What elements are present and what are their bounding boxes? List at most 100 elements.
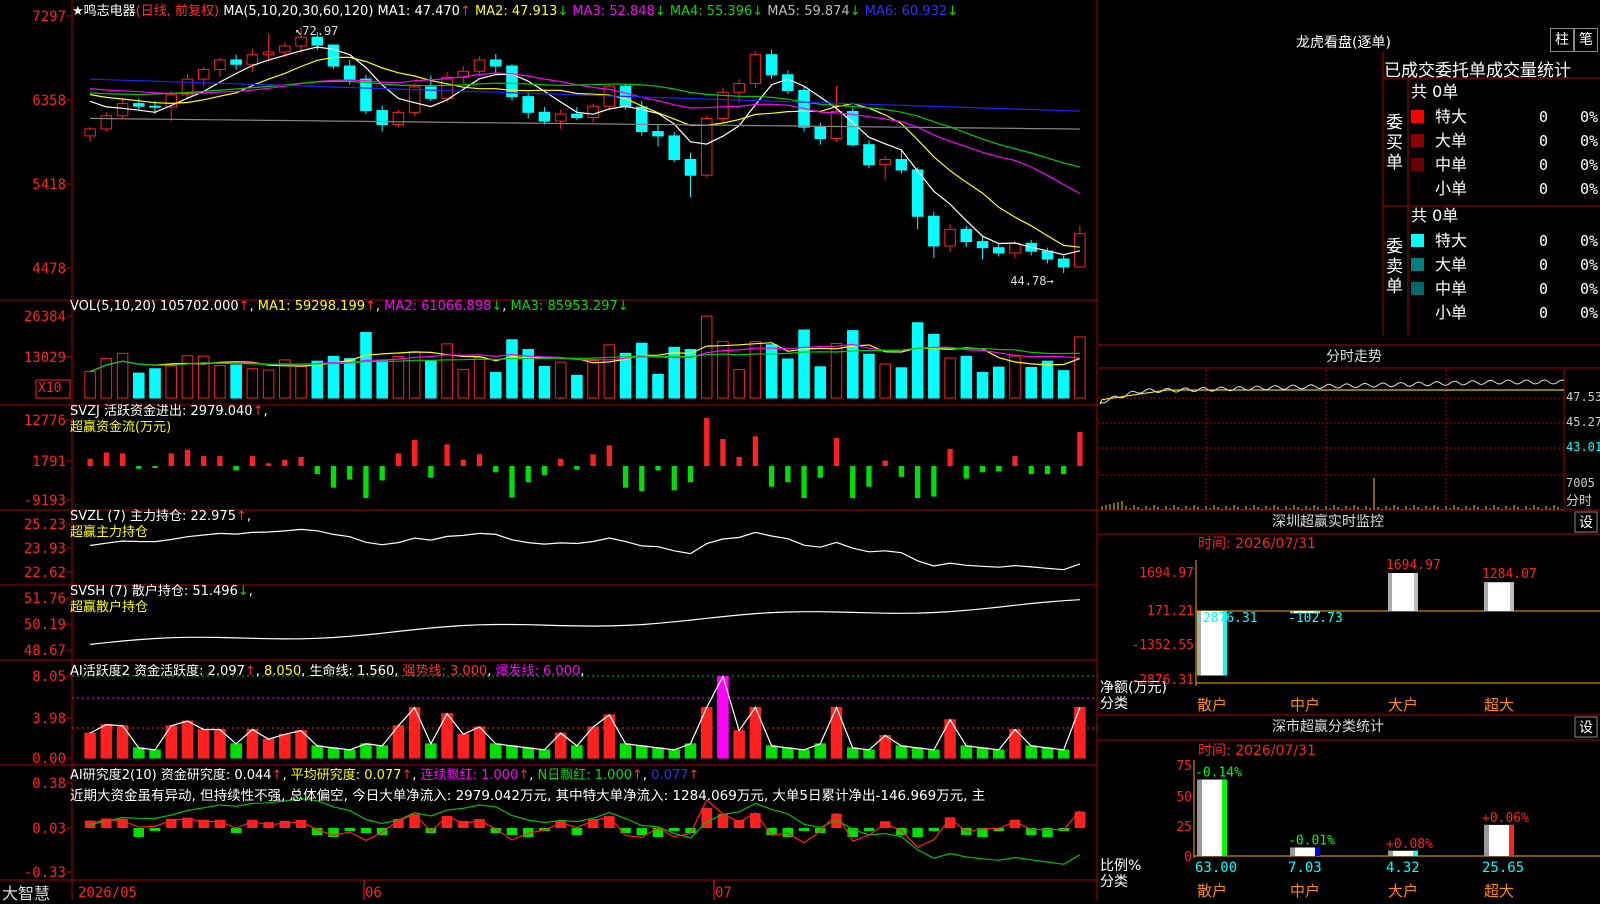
volume-bar[interactable] — [311, 360, 324, 399]
fund-flow-bar[interactable] — [704, 418, 710, 466]
fund-flow-bar[interactable] — [525, 466, 531, 483]
fund-flow-bar[interactable] — [476, 454, 483, 466]
fund-flow-bar[interactable] — [136, 466, 142, 469]
activity-bar[interactable] — [619, 743, 632, 759]
fund-flow-bar[interactable] — [282, 459, 288, 466]
candle-body[interactable] — [197, 69, 210, 80]
fund-flow-bar[interactable] — [866, 466, 872, 487]
activity-bar[interactable] — [765, 745, 778, 759]
volume-bar[interactable] — [538, 366, 551, 399]
research-bar[interactable] — [506, 828, 518, 835]
candle-body[interactable] — [814, 126, 827, 140]
activity-bar[interactable] — [214, 728, 226, 759]
research-bar[interactable] — [247, 819, 258, 828]
volume-bar[interactable] — [636, 342, 648, 399]
research-bar[interactable] — [733, 820, 745, 828]
volume-bar[interactable] — [652, 373, 664, 399]
candle-body[interactable] — [489, 59, 502, 67]
activity-bar[interactable] — [1057, 749, 1070, 759]
research-bar[interactable] — [360, 828, 372, 833]
fund-flow-bar[interactable] — [931, 466, 937, 497]
fund-flow-bar[interactable] — [833, 438, 840, 466]
price-panel[interactable]: 7297 6358 5418 4478 ↖72.97 44.78→ — [32, 9, 1086, 288]
volume-bar[interactable] — [765, 344, 778, 399]
candle-body[interactable] — [522, 96, 534, 113]
activity-bar[interactable] — [343, 749, 356, 759]
star-icon[interactable]: ★ — [72, 4, 84, 19]
fund-flow-bar[interactable] — [590, 454, 596, 466]
fund-flow-bar[interactable] — [249, 456, 256, 466]
volume-bar[interactable] — [944, 357, 956, 399]
candle-body[interactable] — [360, 78, 372, 112]
volume-bar[interactable] — [295, 366, 307, 399]
fund-flow-bar[interactable] — [411, 439, 418, 466]
volume-bar[interactable] — [928, 333, 940, 399]
right-panel-graphics[interactable]: 委买单委卖单共 0单共 0单特大 0 0%特大 0 0%大单 0 0%大单 0 0%中单 0 0%中… — [1098, 0, 1600, 900]
volume-bar[interactable] — [668, 346, 681, 399]
research-bar[interactable] — [1074, 811, 1086, 828]
volume-bar[interactable] — [992, 366, 1005, 399]
fund-flow-bar[interactable] — [720, 439, 726, 466]
candle-body[interactable] — [992, 247, 1005, 254]
volume-bar[interactable] — [376, 360, 388, 399]
fund-flow-bar[interactable] — [606, 445, 612, 466]
research-bar[interactable] — [214, 819, 226, 828]
activity-bar[interactable] — [327, 747, 340, 759]
fund-flow-bar[interactable] — [817, 466, 823, 478]
fund-flow-bar[interactable] — [330, 466, 337, 488]
candle-body[interactable] — [668, 135, 681, 160]
volume-bar[interactable] — [165, 365, 178, 399]
volume-bar[interactable] — [749, 341, 762, 399]
candle-body[interactable] — [782, 74, 794, 91]
fund-flow-bar[interactable] — [87, 458, 93, 466]
candle-body[interactable] — [1041, 250, 1054, 260]
fund-flow-bar[interactable] — [184, 449, 191, 466]
research-bar[interactable] — [133, 828, 145, 837]
fund-flow-bar[interactable] — [785, 466, 791, 483]
fund-flow-bar[interactable] — [979, 466, 986, 473]
candle-body[interactable] — [408, 86, 421, 113]
activity-bar[interactable] — [798, 749, 810, 759]
candle-body[interactable] — [976, 241, 989, 249]
volume-bar[interactable] — [587, 360, 599, 399]
fund-flow-bar[interactable] — [914, 466, 921, 498]
volume-bar[interactable] — [392, 355, 405, 399]
candle-body[interactable] — [749, 54, 762, 84]
activity-bar[interactable] — [992, 749, 1005, 759]
fund-flow-bar[interactable] — [1061, 466, 1067, 475]
fund-flow-bar[interactable] — [119, 453, 126, 466]
fund-flow-bar[interactable] — [898, 466, 905, 477]
volume-bar[interactable] — [230, 364, 242, 399]
volume-bar[interactable] — [1074, 336, 1086, 399]
volume-bar[interactable] — [116, 352, 129, 399]
volume-bar[interactable] — [473, 356, 486, 399]
activity-bar[interactable] — [311, 745, 324, 759]
volume-bar[interactable] — [1025, 366, 1037, 399]
candle-body[interactable] — [441, 76, 453, 99]
candle-body[interactable] — [765, 54, 778, 76]
volume-bar[interactable] — [343, 358, 356, 399]
fund-flow-bar[interactable] — [460, 459, 466, 466]
candle-body[interactable] — [846, 110, 859, 146]
volume-bar[interactable] — [911, 322, 924, 399]
fund-flow-bar[interactable] — [687, 466, 694, 483]
fund-flow-bar[interactable] — [541, 466, 548, 475]
fund-flow-bar[interactable] — [201, 456, 207, 466]
activity-bar[interactable] — [133, 747, 145, 759]
ai-activity-panel[interactable]: 8.05 3.98 0.00 — [32, 669, 1098, 767]
volume-bar[interactable] — [214, 365, 226, 399]
volume-bar[interactable] — [441, 343, 453, 399]
volume-bar[interactable] — [733, 369, 745, 399]
candle-body[interactable] — [116, 103, 129, 117]
fund-flow-bar[interactable] — [444, 444, 450, 466]
activity-bar[interactable] — [571, 745, 583, 759]
activity-bar[interactable] — [279, 733, 291, 759]
activity-bar[interactable] — [360, 743, 372, 759]
candle-body[interactable] — [149, 105, 161, 108]
activity-bar[interactable] — [782, 747, 794, 759]
volume-bar[interactable] — [425, 360, 437, 399]
candle-body[interactable] — [733, 83, 745, 93]
volume-bar[interactable] — [895, 367, 908, 399]
fund-flow-bar[interactable] — [168, 453, 174, 466]
activity-bar[interactable] — [425, 743, 437, 759]
